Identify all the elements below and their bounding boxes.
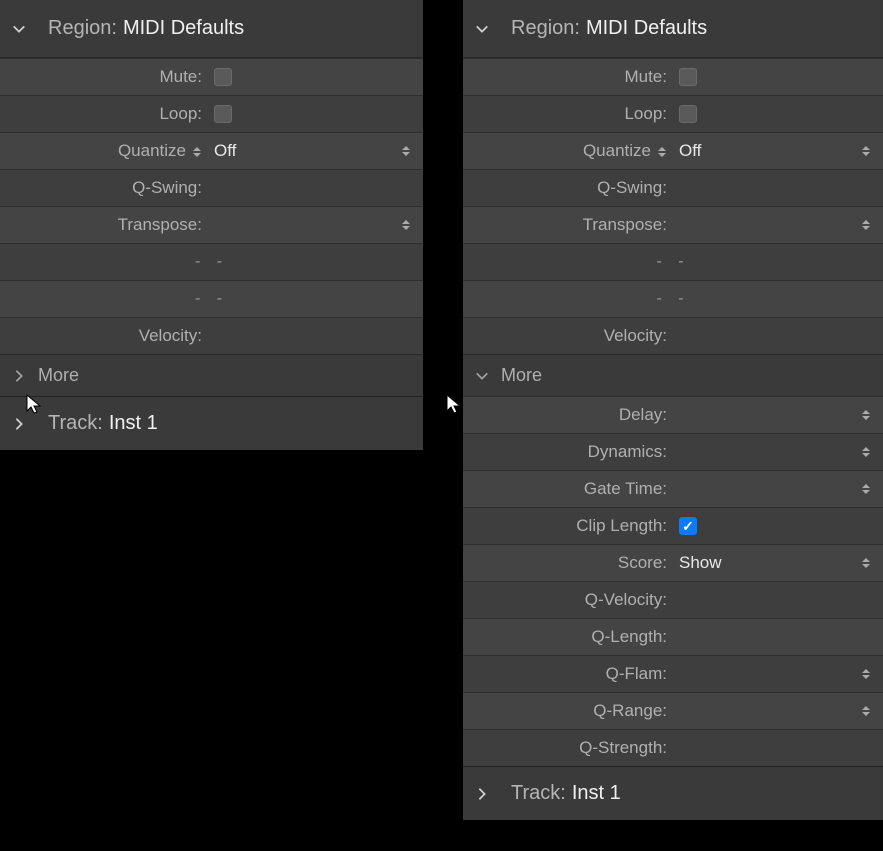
updown-icon[interactable] bbox=[861, 703, 871, 719]
qvelocity-label: Q-Velocity: bbox=[463, 590, 671, 610]
mute-label: Mute: bbox=[463, 67, 671, 87]
quantize-value: Off bbox=[214, 141, 236, 161]
clip-length-row: Clip Length: bbox=[463, 507, 883, 544]
track-value: Inst 1 bbox=[572, 782, 621, 805]
more-label: More bbox=[501, 365, 542, 386]
dash-value: - - bbox=[0, 253, 423, 271]
quantize-label: Quantize bbox=[0, 141, 206, 161]
qflam-label: Q-Flam: bbox=[463, 664, 671, 684]
score-row[interactable]: Score: Show bbox=[463, 544, 883, 581]
gate-time-label: Gate Time: bbox=[463, 479, 671, 499]
mute-row: Mute: bbox=[463, 58, 883, 95]
more-label: More bbox=[38, 365, 79, 386]
loop-checkbox[interactable] bbox=[214, 105, 232, 123]
track-value: Inst 1 bbox=[109, 412, 158, 435]
velocity-row[interactable]: Velocity: bbox=[463, 317, 883, 354]
quantize-label: Quantize bbox=[463, 141, 671, 161]
track-header[interactable]: Track: Inst 1 bbox=[463, 766, 883, 820]
score-label: Score: bbox=[463, 553, 671, 573]
chevron-down-icon[interactable] bbox=[475, 22, 489, 36]
region-header[interactable]: Region: MIDI Defaults bbox=[463, 0, 883, 58]
more-toggle[interactable]: More bbox=[0, 354, 423, 396]
transpose-row[interactable]: Transpose: bbox=[463, 206, 883, 243]
gate-time-row[interactable]: Gate Time: bbox=[463, 470, 883, 507]
qswing-row[interactable]: Q-Swing: bbox=[0, 169, 423, 206]
dash-value: - - bbox=[463, 290, 883, 308]
qswing-row[interactable]: Q-Swing: bbox=[463, 169, 883, 206]
transpose-label: Transpose: bbox=[463, 215, 671, 235]
qlength-row[interactable]: Q-Length: bbox=[463, 618, 883, 655]
dash-row-1: - - bbox=[0, 243, 423, 280]
mute-checkbox[interactable] bbox=[679, 68, 697, 86]
updown-icon[interactable] bbox=[861, 143, 871, 159]
mute-label: Mute: bbox=[0, 67, 206, 87]
dash-row-2: - - bbox=[0, 280, 423, 317]
region-header-label: Region: bbox=[48, 17, 117, 40]
updown-icon[interactable] bbox=[401, 217, 411, 233]
dynamics-label: Dynamics: bbox=[463, 442, 671, 462]
dash-value: - - bbox=[0, 290, 423, 308]
dash-row-2: - - bbox=[463, 280, 883, 317]
region-header-value: MIDI Defaults bbox=[586, 17, 707, 40]
quantize-row[interactable]: Quantize Off bbox=[0, 132, 423, 169]
region-header[interactable]: Region: MIDI Defaults bbox=[0, 0, 423, 58]
transpose-label: Transpose: bbox=[0, 215, 206, 235]
qstrength-label: Q-Strength: bbox=[463, 738, 671, 758]
delay-label: Delay: bbox=[463, 405, 671, 425]
region-header-label: Region: bbox=[511, 17, 580, 40]
chevron-right-icon bbox=[475, 787, 489, 801]
qflam-row[interactable]: Q-Flam: bbox=[463, 655, 883, 692]
clip-length-label: Clip Length: bbox=[463, 516, 671, 536]
updown-icon[interactable] bbox=[861, 666, 871, 682]
qrange-label: Q-Range: bbox=[463, 701, 671, 721]
quantize-value: Off bbox=[679, 141, 701, 161]
updown-icon[interactable] bbox=[401, 143, 411, 159]
transpose-row[interactable]: Transpose: bbox=[0, 206, 423, 243]
score-value: Show bbox=[679, 553, 722, 573]
clip-length-checkbox[interactable] bbox=[679, 517, 697, 535]
updown-icon[interactable] bbox=[861, 444, 871, 460]
velocity-label: Velocity: bbox=[463, 326, 671, 346]
chevron-down-icon[interactable] bbox=[12, 22, 26, 36]
delay-row[interactable]: Delay: bbox=[463, 396, 883, 433]
dynamics-row[interactable]: Dynamics: bbox=[463, 433, 883, 470]
updown-icon[interactable] bbox=[861, 217, 871, 233]
cursor-icon bbox=[445, 393, 465, 415]
qswing-label: Q-Swing: bbox=[463, 178, 671, 198]
qswing-label: Q-Swing: bbox=[0, 178, 206, 198]
dash-row-1: - - bbox=[463, 243, 883, 280]
loop-checkbox[interactable] bbox=[679, 105, 697, 123]
loop-label: Loop: bbox=[0, 104, 206, 124]
mute-checkbox[interactable] bbox=[214, 68, 232, 86]
track-label: Track: bbox=[48, 412, 103, 435]
updown-icon bbox=[192, 144, 202, 160]
chevron-down-icon bbox=[475, 369, 489, 383]
track-label: Track: bbox=[511, 782, 566, 805]
velocity-row[interactable]: Velocity: bbox=[0, 317, 423, 354]
dash-value: - - bbox=[463, 253, 883, 271]
loop-row: Loop: bbox=[463, 95, 883, 132]
chevron-right-icon bbox=[12, 417, 26, 431]
quantize-row[interactable]: Quantize Off bbox=[463, 132, 883, 169]
loop-row: Loop: bbox=[0, 95, 423, 132]
qrange-row[interactable]: Q-Range: bbox=[463, 692, 883, 729]
updown-icon[interactable] bbox=[861, 555, 871, 571]
loop-label: Loop: bbox=[463, 104, 671, 124]
chevron-right-icon bbox=[12, 369, 26, 383]
more-toggle[interactable]: More bbox=[463, 354, 883, 396]
updown-icon bbox=[657, 144, 667, 160]
mute-row: Mute: bbox=[0, 58, 423, 95]
velocity-label: Velocity: bbox=[0, 326, 206, 346]
updown-icon[interactable] bbox=[861, 407, 871, 423]
inspector-panel-collapsed: Region: MIDI Defaults Mute: Loop: Quanti… bbox=[0, 0, 423, 450]
qstrength-row[interactable]: Q-Strength: bbox=[463, 729, 883, 766]
track-header[interactable]: Track: Inst 1 bbox=[0, 396, 423, 450]
qlength-label: Q-Length: bbox=[463, 627, 671, 647]
qvelocity-row[interactable]: Q-Velocity: bbox=[463, 581, 883, 618]
region-header-value: MIDI Defaults bbox=[123, 17, 244, 40]
updown-icon[interactable] bbox=[861, 481, 871, 497]
inspector-panel-expanded: Region: MIDI Defaults Mute: Loop: Quanti… bbox=[463, 0, 883, 820]
